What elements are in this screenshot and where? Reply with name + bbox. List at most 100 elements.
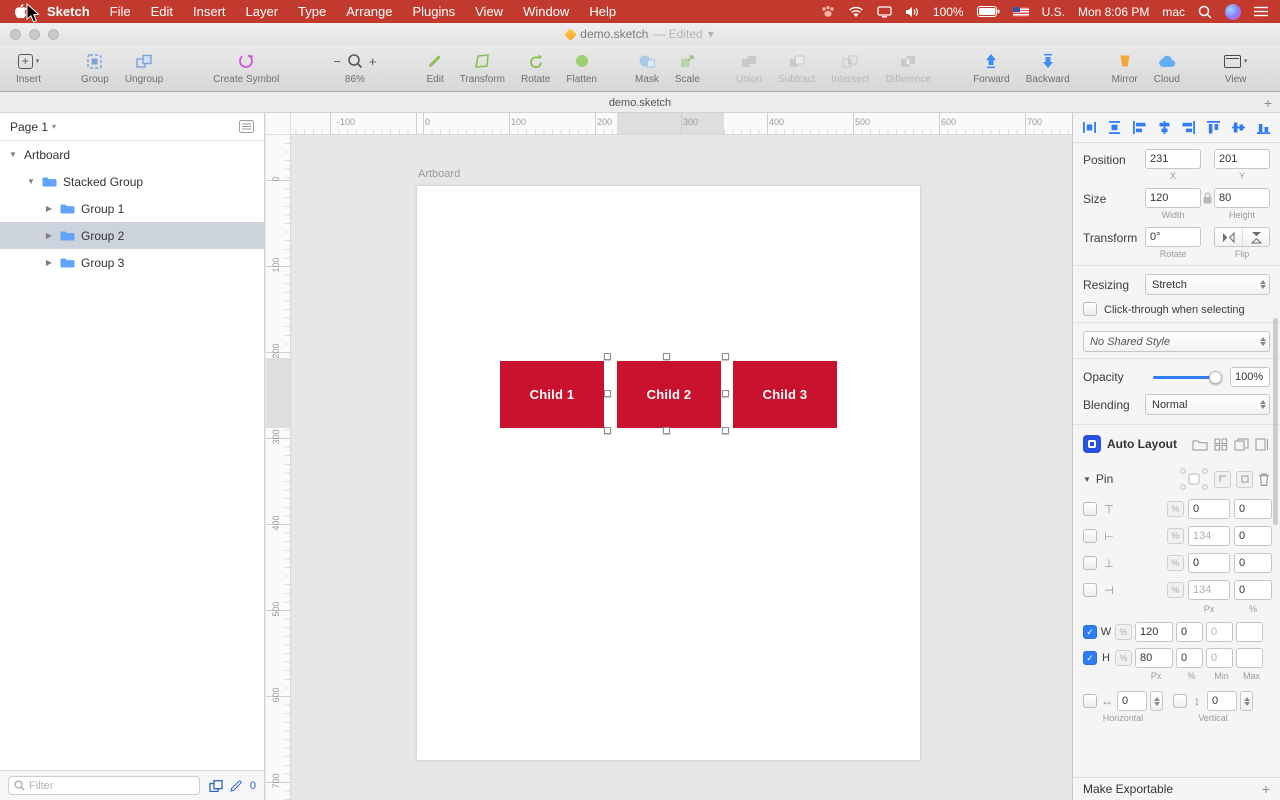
filter-field[interactable] bbox=[8, 776, 200, 795]
horizontal-spacing-checkbox[interactable] bbox=[1083, 694, 1097, 708]
pin-right-pct-field[interactable] bbox=[1234, 526, 1272, 546]
rotate-field[interactable] bbox=[1145, 227, 1201, 247]
mirror-button[interactable]: Mirror bbox=[1112, 50, 1138, 85]
filter-input[interactable] bbox=[29, 779, 194, 792]
pin-left-pct-field[interactable] bbox=[1234, 580, 1272, 600]
layer-row-artboard[interactable]: ▼ Artboard bbox=[0, 141, 264, 168]
ungroup-button[interactable]: Ungroup bbox=[125, 50, 163, 85]
pin-top-checkbox[interactable] bbox=[1083, 502, 1097, 516]
menu-layer[interactable]: Layer bbox=[236, 0, 289, 23]
cloud-button[interactable]: Cloud bbox=[1154, 50, 1180, 85]
wifi-icon[interactable] bbox=[848, 6, 864, 18]
intersect-button[interactable]: Intersect bbox=[831, 50, 870, 85]
flatten-button[interactable]: Flatten bbox=[566, 50, 597, 85]
canvas[interactable]: Artboard Child 1 Child 2 Child 3 bbox=[291, 135, 1072, 800]
align-top-icon[interactable] bbox=[1206, 120, 1221, 135]
zoom-out-button[interactable]: − bbox=[333, 54, 341, 69]
menu-edit[interactable]: Edit bbox=[141, 0, 183, 23]
child-2-shape[interactable]: Child 2 bbox=[617, 361, 721, 428]
input-source-flag-icon[interactable] bbox=[1012, 6, 1029, 17]
pin-right-px-field[interactable] bbox=[1188, 526, 1230, 546]
transform-button[interactable]: Transform bbox=[460, 50, 505, 85]
add-tab-button[interactable]: + bbox=[1264, 93, 1272, 113]
pin-bottom-checkbox[interactable] bbox=[1083, 556, 1097, 570]
percent-toggle[interactable]: % bbox=[1115, 650, 1132, 666]
disclosure-closed-icon[interactable]: ▶ bbox=[44, 258, 54, 267]
disclosure-closed-icon[interactable]: ▶ bbox=[44, 204, 54, 213]
minimize-window-button[interactable] bbox=[29, 29, 40, 40]
insert-button[interactable]: + ▾ Insert bbox=[16, 50, 41, 85]
create-symbol-button[interactable]: Create Symbol bbox=[213, 50, 279, 85]
flip-horizontal-button[interactable] bbox=[1215, 228, 1242, 246]
backward-button[interactable]: Backward bbox=[1026, 50, 1070, 85]
document-tab[interactable]: demo.sketch bbox=[609, 97, 671, 109]
resizing-dropdown[interactable]: Stretch bbox=[1145, 274, 1270, 295]
layer-row-group-3[interactable]: ▶ Group 3 bbox=[0, 249, 264, 276]
pin-bottom-pct-field[interactable] bbox=[1234, 553, 1272, 573]
folder-tool-icon[interactable] bbox=[1192, 438, 1208, 451]
distribute-vertically-icon[interactable] bbox=[1107, 120, 1122, 135]
disclosure-closed-icon[interactable]: ▶ bbox=[44, 231, 54, 240]
zoom-control[interactable]: − + 86% bbox=[333, 50, 377, 86]
pin-left-checkbox[interactable] bbox=[1083, 583, 1097, 597]
width-pct-field[interactable] bbox=[1176, 622, 1203, 642]
pin-disclosure-icon[interactable]: ▼ bbox=[1083, 475, 1091, 484]
menu-window[interactable]: Window bbox=[513, 0, 579, 23]
height-pct-field[interactable] bbox=[1176, 648, 1203, 668]
trash-icon[interactable] bbox=[1258, 472, 1270, 486]
artboard-title[interactable]: Artboard bbox=[418, 168, 460, 180]
stepper-control[interactable] bbox=[1150, 691, 1163, 711]
height-max-field[interactable] bbox=[1236, 648, 1263, 668]
position-x-field[interactable] bbox=[1145, 149, 1201, 169]
vertical-ruler[interactable]: 0 100 200 300 400 500 600 700 bbox=[266, 135, 291, 800]
volume-icon[interactable] bbox=[905, 6, 920, 18]
align-center-horizontal-icon[interactable] bbox=[1157, 120, 1172, 135]
group-button[interactable]: Group bbox=[81, 50, 109, 85]
horizontal-spacing-field[interactable] bbox=[1117, 691, 1147, 711]
union-button[interactable]: Union bbox=[736, 50, 762, 85]
make-exportable-row[interactable]: Make Exportable + bbox=[1073, 777, 1280, 800]
align-left-icon[interactable] bbox=[1132, 120, 1147, 135]
flip-vertical-button[interactable] bbox=[1242, 228, 1269, 246]
width-constraint-checkbox[interactable]: ✓ bbox=[1083, 625, 1097, 639]
page-list-toggle-icon[interactable] bbox=[239, 120, 254, 133]
apple-menu-icon[interactable] bbox=[4, 4, 37, 19]
disclosure-open-icon[interactable]: ▼ bbox=[8, 150, 18, 159]
child-1-shape[interactable]: Child 1 bbox=[500, 361, 604, 428]
percent-toggle[interactable]: % bbox=[1167, 528, 1184, 544]
stack-tool-icon[interactable] bbox=[1234, 438, 1249, 451]
layer-row-group-2-selected[interactable]: ▶ Group 2 bbox=[0, 222, 264, 249]
position-y-field[interactable] bbox=[1214, 149, 1270, 169]
width-field[interactable] bbox=[1145, 188, 1201, 208]
rotate-button[interactable]: Rotate bbox=[521, 50, 550, 85]
width-px-field[interactable] bbox=[1135, 622, 1173, 642]
menu-view[interactable]: View bbox=[465, 0, 513, 23]
percent-toggle[interactable]: % bbox=[1115, 624, 1132, 640]
pin-bottom-px-field[interactable] bbox=[1188, 553, 1230, 573]
pin-section-header[interactable]: ▼ Pin bbox=[1073, 459, 1280, 495]
pin-anchor-pad[interactable] bbox=[1179, 467, 1209, 491]
height-min-field[interactable] bbox=[1206, 648, 1233, 668]
height-px-field[interactable] bbox=[1135, 648, 1173, 668]
menu-help[interactable]: Help bbox=[579, 0, 626, 23]
menu-arrange[interactable]: Arrange bbox=[336, 0, 402, 23]
menu-clock[interactable]: Mon 8:06 PM bbox=[1078, 5, 1149, 19]
display-icon[interactable] bbox=[877, 5, 892, 18]
stepper-control[interactable] bbox=[1240, 691, 1253, 711]
subtract-button[interactable]: Subtract bbox=[778, 50, 815, 85]
menu-type[interactable]: Type bbox=[288, 0, 336, 23]
child-3-shape[interactable]: Child 3 bbox=[733, 361, 837, 428]
pin-top-px-field[interactable] bbox=[1188, 499, 1230, 519]
zoom-in-button[interactable]: + bbox=[369, 54, 377, 69]
opacity-slider[interactable] bbox=[1153, 367, 1222, 387]
add-export-button[interactable]: + bbox=[1262, 781, 1270, 797]
pin-right-checkbox[interactable] bbox=[1083, 529, 1097, 543]
width-min-field[interactable] bbox=[1206, 622, 1233, 642]
align-right-icon[interactable] bbox=[1181, 120, 1196, 135]
menu-insert[interactable]: Insert bbox=[183, 0, 236, 23]
pencil-filter-icon[interactable] bbox=[230, 779, 243, 792]
notification-center-icon[interactable] bbox=[1254, 6, 1268, 17]
grid-tool-icon[interactable] bbox=[1214, 438, 1228, 451]
vertical-spacing-checkbox[interactable] bbox=[1173, 694, 1187, 708]
siri-icon[interactable] bbox=[1225, 3, 1241, 20]
